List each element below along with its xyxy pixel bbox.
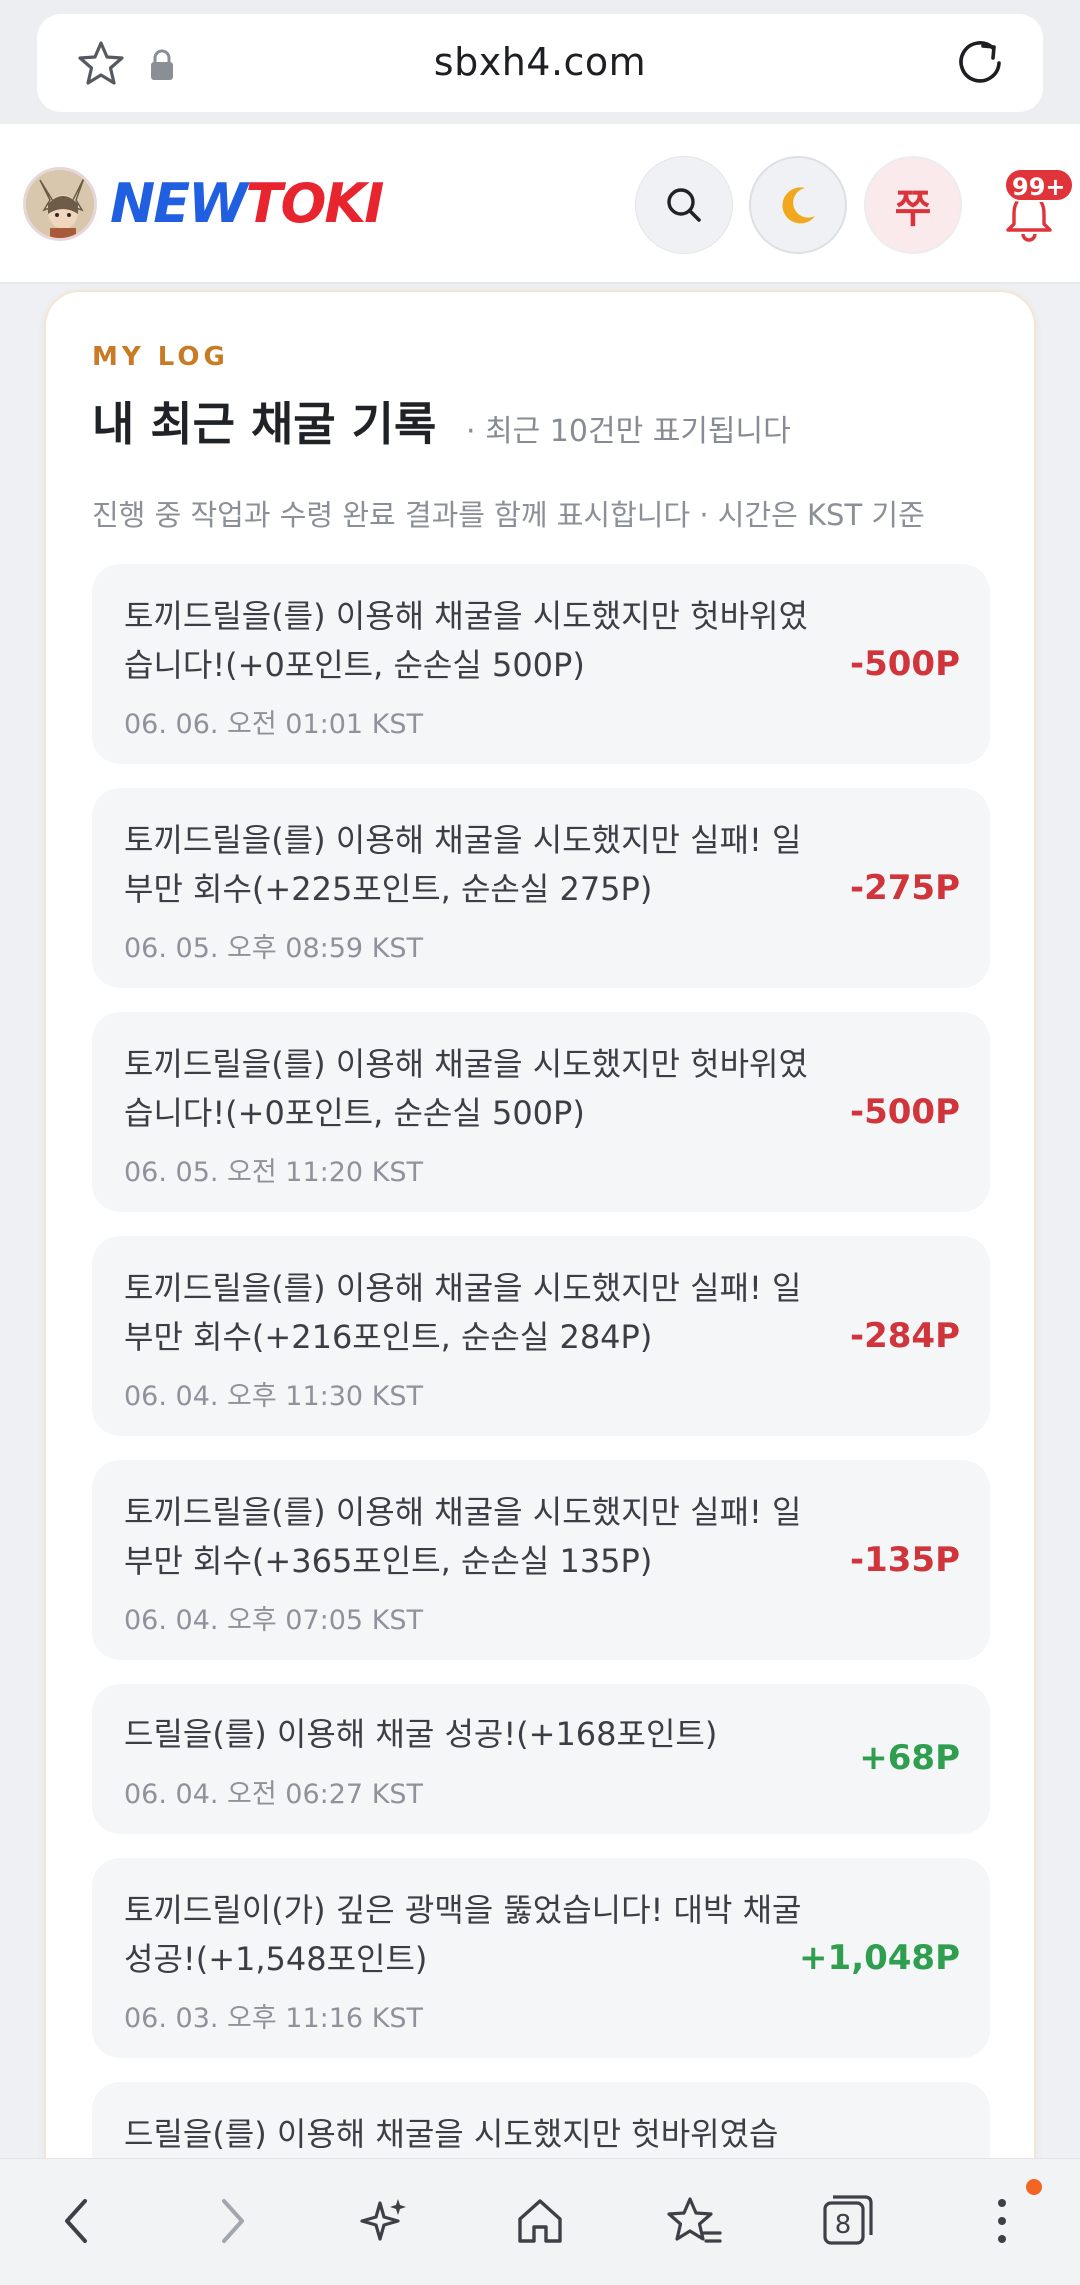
page-title: 내 최근 채굴 기록 bbox=[92, 397, 437, 451]
log-message: 토끼드릴을(를) 이용해 채굴을 시도했지만 실패! 일부만 회수(+365포인… bbox=[124, 1493, 802, 1580]
log-amount: -275P bbox=[849, 868, 960, 908]
log-message: 드릴을(를) 이용해 채굴을 시도했지만 헛바위였습 bbox=[124, 2115, 779, 2153]
section-subtitle: 진행 중 작업과 수령 완료 결과를 함께 표시합니다 · 시간은 KST 기준 bbox=[92, 498, 925, 532]
log-item: 토끼드릴을(를) 이용해 채굴을 시도했지만 실패! 일부만 회수(+225포인… bbox=[92, 788, 990, 988]
log-amount: +68P bbox=[859, 1738, 960, 1778]
forward-button[interactable] bbox=[200, 2189, 264, 2253]
log-amount: -500P bbox=[849, 1092, 960, 1132]
search-icon bbox=[667, 188, 701, 222]
log-time: 06. 03. 오후 11:16 KST bbox=[124, 2003, 424, 2034]
bookmarks-button[interactable] bbox=[662, 2189, 726, 2253]
log-message: 토끼드릴을(를) 이용해 채굴을 시도했지만 실패! 일부만 회수(+216포인… bbox=[124, 1269, 802, 1356]
search-button[interactable] bbox=[635, 156, 733, 254]
log-time: 06. 05. 오후 08:59 KST bbox=[124, 933, 424, 964]
log-time: 06. 05. 오전 11:20 KST bbox=[124, 1157, 424, 1188]
title-note: · 최근 10건만 표기됩니다 bbox=[466, 414, 791, 449]
notifications-button[interactable]: 99+ bbox=[990, 162, 1074, 252]
logo-toki: TOKI bbox=[245, 172, 385, 235]
home-icon bbox=[518, 2199, 562, 2243]
tab-count: 8 bbox=[834, 2210, 852, 2240]
forward-icon bbox=[222, 2199, 244, 2243]
log-time: 06. 04. 오후 07:05 KST bbox=[124, 1605, 424, 1636]
moon-icon bbox=[782, 187, 815, 224]
url-bar[interactable]: sbxh4.com bbox=[37, 14, 1043, 112]
log-time: 06. 04. 오전 06:27 KST bbox=[124, 1779, 424, 1810]
reload-icon[interactable] bbox=[953, 36, 1007, 90]
back-button[interactable] bbox=[45, 2189, 109, 2253]
back-icon bbox=[65, 2199, 87, 2243]
log-amount: +1,048P bbox=[799, 1938, 960, 1978]
mascot-icon bbox=[26, 170, 94, 238]
more-icon bbox=[998, 2199, 1006, 2243]
log-amount: -135P bbox=[849, 1540, 960, 1580]
mining-log-card: MY LOG 내 최근 채굴 기록 · 최근 10건만 표기됩니다 진행 중 작… bbox=[44, 290, 1036, 2285]
browser-toolbar: sbxh4.com bbox=[0, 0, 1080, 124]
site-header: NEWTOKI 쭈 99+ bbox=[0, 124, 1080, 284]
logo-new: NEW bbox=[110, 172, 248, 235]
tabs-button[interactable]: 8 bbox=[815, 2189, 879, 2253]
log-message: 토끼드릴을(를) 이용해 채굴을 시도했지만 헛바위였습니다!(+0포인트, 순… bbox=[124, 1045, 808, 1132]
bookmarks-icon bbox=[667, 2197, 722, 2243]
url-text[interactable]: sbxh4.com bbox=[37, 40, 1043, 84]
log-time: 06. 04. 오후 11:30 KST bbox=[124, 1381, 424, 1412]
section-eyebrow: MY LOG bbox=[92, 342, 229, 372]
update-indicator-dot bbox=[1026, 2179, 1042, 2195]
log-amount: -284P bbox=[849, 1316, 960, 1356]
log-amount: -500P bbox=[849, 644, 960, 684]
notification-badge: 99+ bbox=[1004, 168, 1074, 202]
log-item: 토끼드릴을(를) 이용해 채굴을 시도했지만 실패! 일부만 회수(+365포인… bbox=[92, 1460, 990, 1660]
log-item: 드릴을(를) 이용해 채굴 성공!(+168포인트) 06. 04. 오전 06… bbox=[92, 1684, 990, 1834]
theme-toggle-button[interactable] bbox=[749, 156, 847, 254]
log-item: 토끼드릴을(를) 이용해 채굴을 시도했지만 헛바위였습니다!(+0포인트, 순… bbox=[92, 1012, 990, 1212]
log-item: 토끼드릴을(를) 이용해 채굴을 시도했지만 실패! 일부만 회수(+216포인… bbox=[92, 1236, 990, 1436]
user-avatar-button[interactable]: 쭈 bbox=[864, 156, 962, 254]
log-message: 토끼드릴을(를) 이용해 채굴을 시도했지만 헛바위였습니다!(+0포인트, 순… bbox=[124, 597, 808, 684]
log-list: 토끼드릴을(를) 이용해 채굴을 시도했지만 헛바위였습니다!(+0포인트, 순… bbox=[92, 564, 990, 2285]
assistant-button[interactable] bbox=[352, 2189, 416, 2253]
sparkle-icon bbox=[360, 2199, 406, 2241]
site-logo[interactable]: NEWTOKI bbox=[110, 172, 385, 236]
logo-avatar[interactable] bbox=[23, 167, 97, 241]
log-item: 토끼드릴이(가) 깊은 광맥을 뚫었습니다! 대박 채굴 성공!(+1,548포… bbox=[92, 1858, 990, 2058]
log-message: 토끼드릴을(를) 이용해 채굴을 시도했지만 실패! 일부만 회수(+225포인… bbox=[124, 821, 802, 908]
home-button[interactable] bbox=[508, 2189, 572, 2253]
log-item: 토끼드릴을(를) 이용해 채굴을 시도했지만 헛바위였습니다!(+0포인트, 순… bbox=[92, 564, 990, 764]
browser-bottom-nav: 8 bbox=[0, 2158, 1080, 2285]
log-time: 06. 06. 오전 01:01 KST bbox=[124, 709, 424, 740]
log-message: 드릴을(를) 이용해 채굴 성공!(+168포인트) bbox=[124, 1715, 718, 1753]
log-message: 토끼드릴이(가) 깊은 광맥을 뚫었습니다! 대박 채굴 성공!(+1,548포… bbox=[124, 1891, 802, 1978]
more-button[interactable] bbox=[970, 2189, 1034, 2253]
